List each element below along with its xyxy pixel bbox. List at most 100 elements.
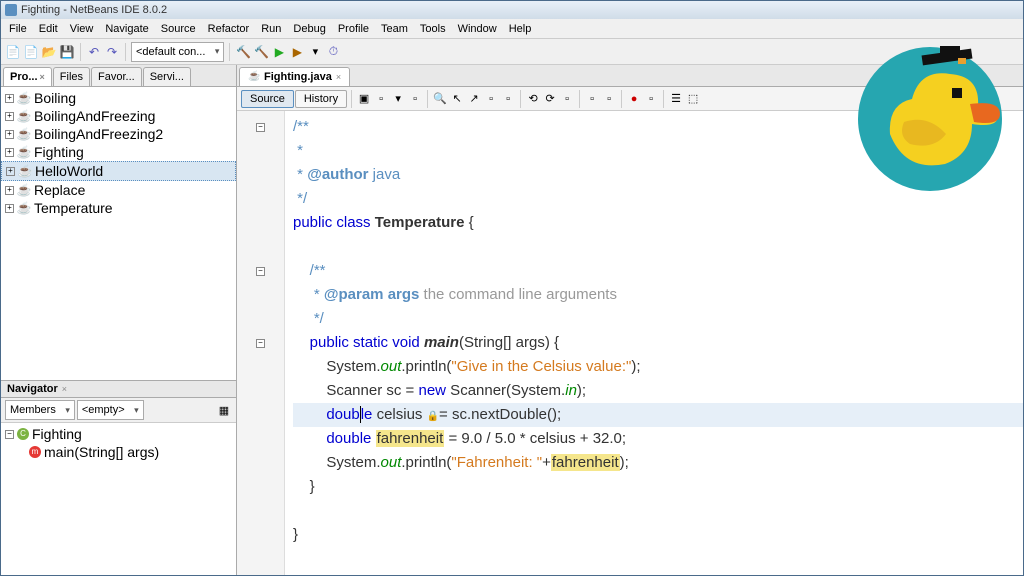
menu-help[interactable]: Help [503,21,538,37]
fold-icon[interactable]: − [256,267,265,276]
project-fighting[interactable]: +Fighting [1,143,236,161]
config-dropdown[interactable]: <default con... [131,42,224,62]
editor-btn[interactable]: ▫ [601,91,617,107]
editor-btn[interactable]: ⟳ [542,91,558,107]
editor-btn[interactable]: ▫ [559,91,575,107]
build-button[interactable] [235,44,251,60]
undo-button[interactable] [86,44,102,60]
menu-tools[interactable]: Tools [414,21,452,37]
editor-btn[interactable]: ▫ [584,91,600,107]
code-line[interactable] [293,235,1023,259]
code-line[interactable]: double fahrenheit = 9.0 / 5.0 * celsius … [293,427,1023,451]
editor-btn[interactable]: ▣ [356,91,372,107]
close-icon[interactable]: × [336,72,341,82]
nav-method-node[interactable]: m main(String[] args) [1,443,236,461]
expand-icon[interactable]: + [5,94,14,103]
panel-tab-favor[interactable]: Favor... [91,67,142,86]
code-line[interactable]: * @param args the command line arguments [293,283,1023,307]
history-view-button[interactable]: History [295,90,347,108]
code-line[interactable] [293,499,1023,523]
projects-tree[interactable]: +Boiling+BoilingAndFreezing+BoilingAndFr… [1,87,236,380]
project-boilingandfreezing[interactable]: +BoilingAndFreezing [1,107,236,125]
java-file-icon [248,71,260,83]
editor-btn[interactable]: ▫ [643,91,659,107]
expand-icon[interactable]: + [5,112,14,121]
menu-run[interactable]: Run [255,21,287,37]
menu-team[interactable]: Team [375,21,414,37]
source-view-button[interactable]: Source [241,90,294,108]
clean-build-button[interactable] [253,44,269,60]
panel-tab-files[interactable]: Files [53,67,90,86]
redo-button[interactable] [104,44,120,60]
editor-btn[interactable]: ⟲ [525,91,541,107]
panel-tab-pro[interactable]: Pro... × [3,67,52,86]
profile-button[interactable] [325,44,341,60]
code-line[interactable]: Scanner sc = new Scanner(System.in); [293,379,1023,403]
editor-btn[interactable]: ▫ [483,91,499,107]
menubar: FileEditViewNavigateSourceRefactorRunDeb… [1,19,1023,39]
close-icon[interactable]: × [62,384,67,394]
save-all-button[interactable] [59,44,75,60]
panel-tab-servi[interactable]: Servi... [143,67,191,86]
method-icon: m [29,446,41,458]
separator [229,43,230,61]
close-icon[interactable]: × [40,72,45,82]
nav-config-button[interactable]: ▦ [216,402,232,418]
project-temperature[interactable]: +Temperature [1,199,236,217]
menu-profile[interactable]: Profile [332,21,375,37]
editor-btn[interactable]: ▾ [390,91,406,107]
editor-btn[interactable]: ● [626,91,642,107]
code-line[interactable]: /** [293,259,1023,283]
menu-edit[interactable]: Edit [33,21,64,37]
run-button[interactable] [271,44,287,60]
code-line[interactable]: System.out.println("Give in the Celsius … [293,355,1023,379]
project-replace[interactable]: +Replace [1,181,236,199]
code-line[interactable]: public class Temperature { [293,211,1023,235]
menu-file[interactable]: File [3,21,33,37]
navigator-tree[interactable]: − C Fighting m main(String[] args) [1,423,236,575]
code-line[interactable]: } [293,523,1023,547]
new-file-button[interactable] [5,44,21,60]
code-line[interactable]: System.out.println("Fahrenheit: "+fahren… [293,451,1023,475]
editor-tab-fighting[interactable]: Fighting.java × [239,67,350,86]
filter-dropdown[interactable]: <empty> [77,400,144,420]
expand-icon[interactable]: + [5,148,14,157]
new-project-button[interactable] [23,44,39,60]
expand-icon[interactable]: + [5,130,14,139]
editor-btn[interactable]: ⬚ [685,91,701,107]
menu-view[interactable]: View [64,21,100,37]
editor-btn[interactable]: ▫ [500,91,516,107]
fold-icon[interactable]: − [256,123,265,132]
menu-source[interactable]: Source [155,21,202,37]
debug-dropdown[interactable]: ▾ [307,44,323,60]
window-title: Fighting - NetBeans IDE 8.0.2 [21,4,167,16]
editor-btn[interactable]: ↗ [466,91,482,107]
menu-refactor[interactable]: Refactor [202,21,256,37]
editor-btn[interactable]: ☰ [668,91,684,107]
project-boilingandfreezing2[interactable]: +BoilingAndFreezing2 [1,125,236,143]
collapse-icon[interactable]: − [5,430,14,439]
nav-class-node[interactable]: − C Fighting [1,425,236,443]
class-icon: C [17,428,29,440]
editor-btn[interactable]: ▫ [373,91,389,107]
debug-button[interactable] [289,44,305,60]
expand-icon[interactable]: + [5,186,14,195]
editor-btn[interactable]: ↖ [449,91,465,107]
menu-window[interactable]: Window [452,21,503,37]
editor-btn[interactable]: 🔍 [432,91,448,107]
gutter[interactable]: − − − [237,111,285,575]
code-line[interactable]: double celsius = sc.nextDouble(); [293,403,1023,427]
project-helloworld[interactable]: +HelloWorld [1,161,236,181]
code-line[interactable]: */ [293,307,1023,331]
fold-icon[interactable]: − [256,339,265,348]
code-line[interactable]: } [293,475,1023,499]
menu-debug[interactable]: Debug [287,21,331,37]
members-dropdown[interactable]: Members [5,400,75,420]
expand-icon[interactable]: + [6,167,15,176]
menu-navigate[interactable]: Navigate [99,21,154,37]
open-button[interactable] [41,44,57,60]
editor-btn[interactable]: ▫ [407,91,423,107]
expand-icon[interactable]: + [5,204,14,213]
project-boiling[interactable]: +Boiling [1,89,236,107]
code-line[interactable]: public static void main(String[] args) { [293,331,1023,355]
